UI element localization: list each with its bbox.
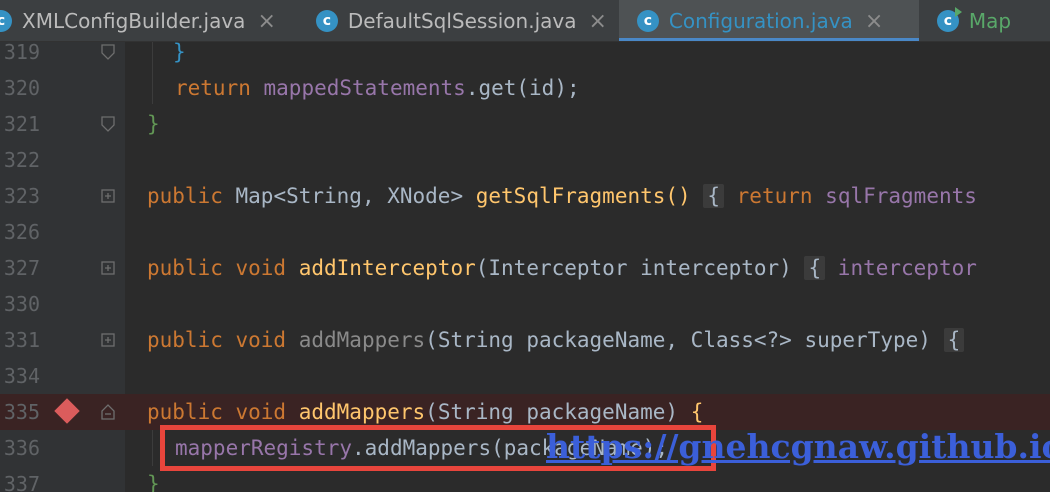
code-line: 321 } bbox=[0, 106, 1050, 142]
code-keyword: public void bbox=[147, 328, 287, 352]
watermark-link[interactable]: https://gnehcgnaw.github.io/ bbox=[546, 427, 1050, 466]
line-number: 336 bbox=[3, 436, 40, 460]
breakpoint-icon[interactable] bbox=[54, 398, 80, 424]
line-number: 322 bbox=[3, 148, 40, 172]
code-field: mappedStatements bbox=[263, 76, 466, 100]
fold-end-icon[interactable] bbox=[101, 44, 115, 60]
code-method: addMappers bbox=[298, 400, 426, 424]
code-brace: } bbox=[147, 112, 160, 136]
class-run-icon: c bbox=[936, 7, 962, 32]
code-line: 327 public void addInterceptor(Intercept… bbox=[0, 250, 1050, 286]
code-keyword: public void bbox=[147, 400, 287, 424]
code-keyword: return bbox=[736, 184, 813, 208]
code-line: 323 public Map<String, XNode> getSqlFrag… bbox=[0, 178, 1050, 214]
line-number: 326 bbox=[3, 220, 40, 244]
close-icon[interactable]: × bbox=[257, 9, 275, 34]
fold-expand-icon[interactable] bbox=[101, 332, 115, 348]
class-icon: c bbox=[315, 10, 338, 32]
class-icon: c bbox=[636, 10, 659, 32]
code-method: addInterceptor bbox=[298, 256, 476, 280]
code-text: .get(id); bbox=[465, 76, 580, 100]
folded-code-chip[interactable]: { bbox=[703, 184, 724, 208]
fold-start-icon[interactable] bbox=[101, 404, 115, 420]
code-keyword: return bbox=[175, 76, 251, 100]
code-field: sqlFragments bbox=[825, 184, 977, 208]
tab-label: Configuration.java bbox=[668, 9, 853, 33]
code-line: 326 bbox=[0, 214, 1050, 250]
code-line: 322 bbox=[0, 142, 1050, 178]
fold-expand-icon[interactable] bbox=[101, 188, 115, 204]
folded-code-chip[interactable]: { bbox=[943, 328, 965, 352]
fold-end-icon[interactable] bbox=[101, 116, 115, 132]
close-icon[interactable]: × bbox=[588, 9, 606, 34]
code-line: 331 public void addMappers(String packag… bbox=[0, 322, 1050, 358]
line-number: 319 bbox=[3, 40, 40, 64]
line-number: 334 bbox=[3, 364, 40, 388]
code-params: (String packageName, Class<?> superType) bbox=[425, 328, 931, 352]
line-number: 323 bbox=[3, 184, 40, 208]
code-line: 330 bbox=[0, 286, 1050, 322]
line-number: 321 bbox=[3, 112, 40, 136]
line-number: 335 bbox=[3, 400, 40, 424]
code-brace: { bbox=[690, 400, 704, 424]
folded-code-chip[interactable]: { bbox=[804, 256, 826, 280]
close-icon[interactable]: × bbox=[865, 9, 883, 34]
indent-guide bbox=[152, 430, 153, 466]
code-line: 320 return mappedStatements.get(id); bbox=[0, 70, 1050, 106]
code-line: 334 bbox=[0, 358, 1050, 394]
tab-label: Map bbox=[968, 9, 1012, 33]
code-brace: } bbox=[173, 40, 186, 64]
code-keyword: public bbox=[147, 184, 223, 208]
tab-label: XMLConfigBuilder.java bbox=[22, 9, 246, 33]
fold-expand-icon[interactable] bbox=[101, 260, 115, 276]
code-keyword: public void bbox=[147, 256, 287, 280]
code-params: (Interceptor interceptor) bbox=[475, 256, 792, 280]
code-line: 319 } bbox=[0, 34, 1050, 70]
code-brace: } bbox=[147, 472, 160, 492]
code-field: interceptor bbox=[837, 256, 977, 280]
code-method: addMappers bbox=[298, 328, 426, 352]
line-number: 327 bbox=[3, 256, 40, 280]
class-icon: c bbox=[0, 10, 12, 32]
code-params: (String packageName) bbox=[425, 400, 679, 424]
code-type: Map<String, XNode> bbox=[235, 184, 464, 208]
code-method: getSqlFragments() bbox=[475, 184, 691, 208]
tab-label: DefaultSqlSession.java bbox=[347, 9, 577, 33]
code-editor[interactable]: 319 } 320 return mappedStatements.get(id… bbox=[0, 40, 1050, 492]
line-number: 330 bbox=[3, 292, 40, 316]
line-number: 320 bbox=[3, 76, 40, 100]
line-number: 331 bbox=[3, 328, 40, 352]
line-number: 337 bbox=[3, 472, 40, 492]
